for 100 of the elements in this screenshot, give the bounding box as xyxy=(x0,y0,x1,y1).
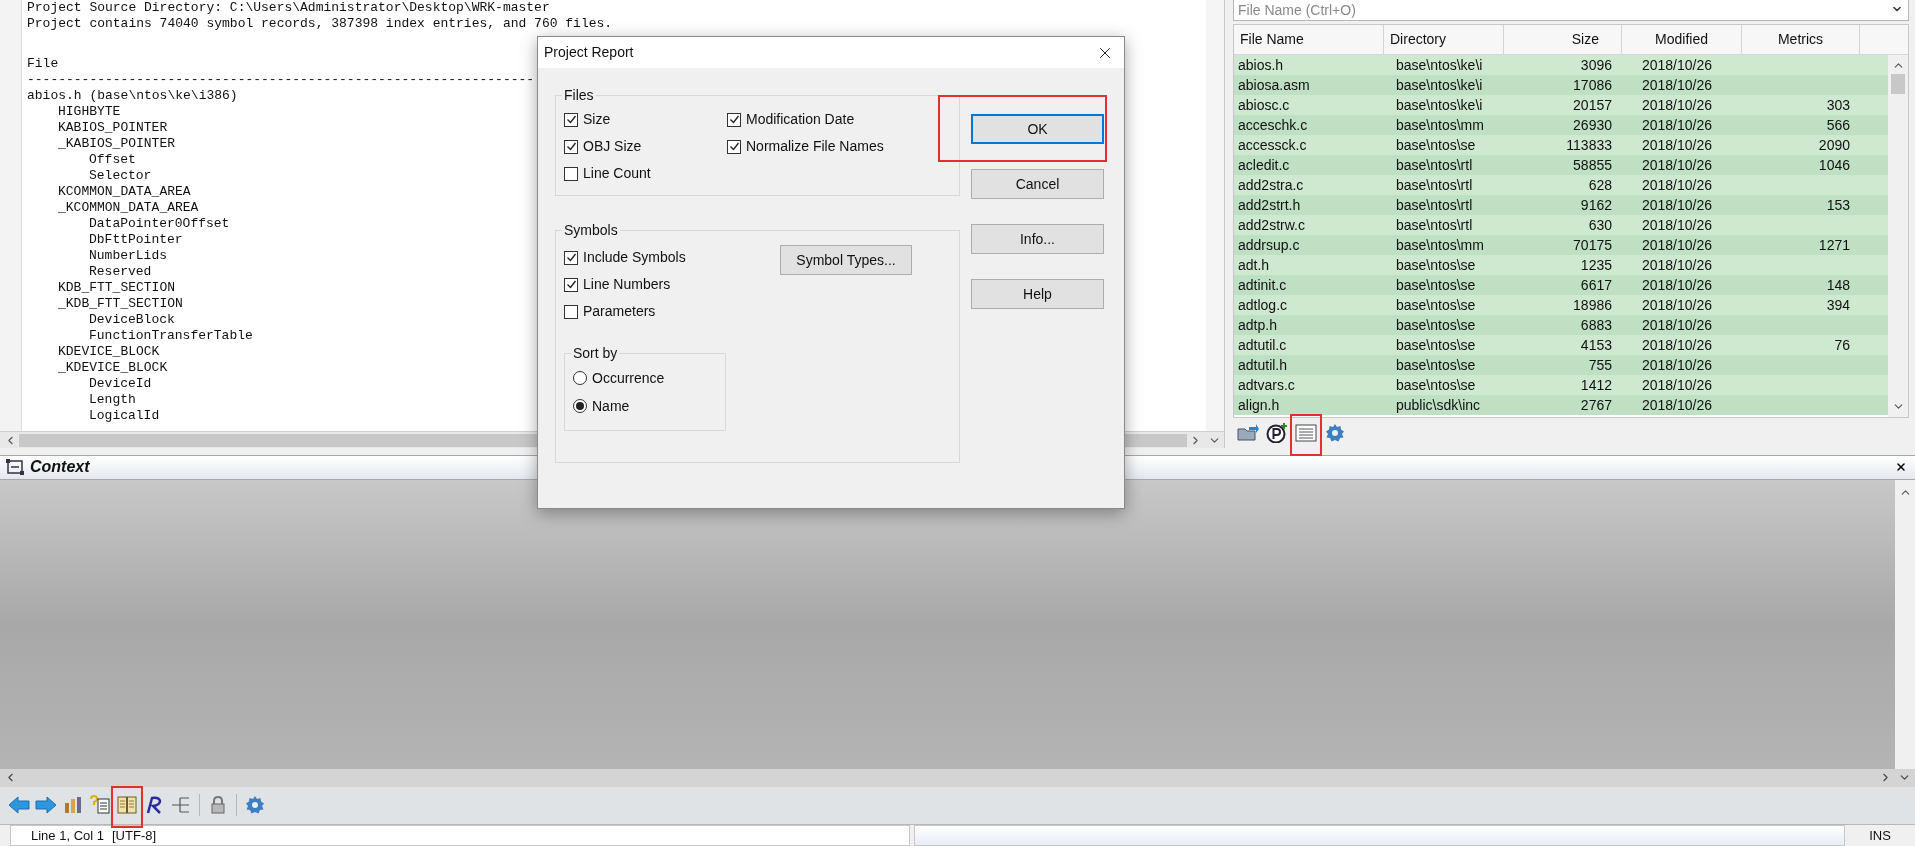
settings-icon[interactable] xyxy=(1325,423,1345,443)
table-cell: 2018/10/26 xyxy=(1641,156,1713,173)
symbol-entry: abios.h (base\ntos\ke\i386) xyxy=(27,88,238,104)
table-cell: base\ntos\se xyxy=(1396,296,1476,313)
option-label: Occurrence xyxy=(592,368,665,388)
file-row[interactable]: adtutil.h base\ntos\se 755 2018/10/26 xyxy=(1234,355,1888,375)
file-row[interactable]: adtutil.c base\ntos\se 4153 2018/10/26 76 xyxy=(1234,335,1888,355)
column-header[interactable]: Size xyxy=(1504,25,1622,54)
table-cell: 2018/10/26 xyxy=(1641,276,1713,293)
file-row[interactable]: add2stra.c base\ntos\rtl 628 2018/10/26 xyxy=(1234,175,1888,195)
dialog-button[interactable]: Info... xyxy=(971,224,1104,254)
settings-icon[interactable] xyxy=(245,795,265,816)
symbol-entry: DbFttPointer xyxy=(89,232,183,248)
symbol-entry: DeviceBlock xyxy=(89,312,175,328)
scrollbar-thumb[interactable] xyxy=(1891,74,1905,94)
tree-icon[interactable] xyxy=(171,795,191,816)
file-row[interactable]: adt.h base\ntos\se 1235 2018/10/26 xyxy=(1234,255,1888,275)
table-cell: base\ntos\mm xyxy=(1396,236,1484,253)
query-document-icon[interactable] xyxy=(89,795,111,816)
separator-line: ----------------------------------------------------------------- xyxy=(27,72,535,88)
script-r-icon[interactable] xyxy=(145,795,163,816)
column-header[interactable]: Directory xyxy=(1384,25,1504,54)
table-cell: 20157 xyxy=(1573,96,1612,113)
close-icon[interactable] xyxy=(1895,461,1907,474)
panel-title: Context xyxy=(30,457,90,478)
table-cell: 2018/10/26 xyxy=(1641,136,1713,153)
checkbox[interactable] xyxy=(564,250,578,265)
table-cell: 76 xyxy=(1834,336,1850,353)
table-cell: 2018/10/26 xyxy=(1641,76,1713,93)
column-header[interactable]: Modified xyxy=(1622,25,1742,54)
insert-mode-label: INS xyxy=(1868,826,1892,845)
forward-arrow-icon[interactable] xyxy=(35,796,57,815)
checkbox[interactable] xyxy=(564,304,578,319)
folder-arrow-icon[interactable] xyxy=(1237,424,1259,442)
table-cell: 6617 xyxy=(1580,276,1612,293)
project-add-icon[interactable] xyxy=(1266,423,1288,443)
table-cell: base\ntos\ke\i xyxy=(1396,56,1483,73)
option-label: Normalize File Names xyxy=(746,137,884,156)
checkbox[interactable] xyxy=(727,112,741,127)
dialog-button[interactable]: Cancel xyxy=(971,169,1104,199)
table-cell: abiosc.c xyxy=(1238,96,1290,113)
file-row[interactable]: abiosc.c base\ntos\ke\i 20157 2018/10/26 303 xyxy=(1234,95,1888,115)
back-arrow-icon[interactable] xyxy=(8,796,30,815)
file-row[interactable]: adtlog.c base\ntos\se 18986 2018/10/26 394 xyxy=(1234,295,1888,315)
lock-icon[interactable] xyxy=(210,795,226,816)
table-cell: base\ntos\se xyxy=(1396,136,1476,153)
table-cell: add2strw.c xyxy=(1238,216,1305,233)
dialog-button[interactable]: OK xyxy=(971,114,1104,144)
file-row[interactable]: acceschk.c base\ntos\mm 26930 2018/10/26 566 xyxy=(1234,115,1888,135)
checkbox[interactable] xyxy=(727,139,741,154)
symbol-entry: _KDB_FTT_SECTION xyxy=(58,296,183,312)
file-row[interactable]: add2strt.h base\ntos\rtl 9162 2018/10/26 153 xyxy=(1234,195,1888,215)
file-row[interactable]: addrsup.c base\ntos\mm 70175 2018/10/26 1271 xyxy=(1234,235,1888,255)
file-row[interactable]: abios.h base\ntos\ke\i 3096 2018/10/26 xyxy=(1234,55,1888,75)
table-cell: base\ntos\se xyxy=(1396,256,1476,273)
column-header[interactable]: Metrics xyxy=(1742,25,1860,54)
table-cell: base\ntos\mm xyxy=(1396,116,1484,133)
table-cell: base\ntos\se xyxy=(1396,276,1476,293)
table-cell: adt.h xyxy=(1238,256,1270,273)
file-search-field[interactable]: File Name (Ctrl+O) xyxy=(1233,0,1909,21)
book-icon[interactable] xyxy=(117,796,137,815)
report-text-line: Project contains 74040 symbol records, 387398 index entries, and 760 files. xyxy=(27,16,613,32)
table-cell: 2018/10/26 xyxy=(1641,316,1713,333)
scrollbar-track[interactable] xyxy=(1206,0,1224,431)
table-cell: 2018/10/26 xyxy=(1641,376,1713,393)
symbol-entry: Reserved xyxy=(89,264,152,280)
checkbox[interactable] xyxy=(564,277,578,292)
option-label: Modification Date xyxy=(746,110,855,129)
chart-icon[interactable] xyxy=(63,795,83,816)
file-row[interactable]: adtvars.c base\ntos\se 1412 2018/10/26 xyxy=(1234,375,1888,395)
radio-button[interactable] xyxy=(573,399,587,413)
table-cell: base\ntos\rtl xyxy=(1396,156,1473,173)
dialog-button[interactable]: Help xyxy=(971,279,1104,309)
symbol-entry: DataPointer0Offset xyxy=(89,216,230,232)
table-cell: 755 xyxy=(1588,356,1612,373)
table-cell: acceschk.c xyxy=(1238,116,1308,133)
panel-frame-icon xyxy=(6,459,24,476)
file-row[interactable]: add2strw.c base\ntos\rtl 630 2018/10/26 xyxy=(1234,215,1888,235)
checkbox[interactable] xyxy=(564,112,578,127)
file-row[interactable]: accessck.c base\ntos\se 113833 2018/10/26 2090 xyxy=(1234,135,1888,155)
list-document-icon[interactable] xyxy=(1295,424,1317,442)
table-cell: 3096 xyxy=(1580,56,1612,73)
column-header[interactable]: File Name xyxy=(1234,25,1384,54)
file-row[interactable]: acledit.c base\ntos\rtl 58855 2018/10/26 1046 xyxy=(1234,155,1888,175)
checkbox[interactable] xyxy=(564,166,578,181)
symbol-types-button[interactable]: Symbol Types... xyxy=(780,245,912,275)
file-row[interactable]: adtinit.c base\ntos\se 6617 2018/10/26 148 xyxy=(1234,275,1888,295)
symbol-entry: Offset xyxy=(89,152,136,168)
file-row[interactable]: adtp.h base\ntos\se 6883 2018/10/26 xyxy=(1234,315,1888,335)
table-cell: 2767 xyxy=(1580,396,1612,413)
table-cell: 303 xyxy=(1826,96,1850,113)
section-heading: File xyxy=(27,56,59,72)
table-cell: 6883 xyxy=(1580,316,1612,333)
table-cell: 153 xyxy=(1826,196,1850,213)
table-cell: 566 xyxy=(1826,116,1850,133)
table-cell: 26930 xyxy=(1573,116,1612,133)
checkbox[interactable] xyxy=(564,139,578,154)
radio-button[interactable] xyxy=(573,371,587,385)
file-row[interactable]: abiosa.asm base\ntos\ke\i 17086 2018/10/26 xyxy=(1234,75,1888,95)
file-row[interactable]: align.h public\sdk\inc 2767 2018/10/26 xyxy=(1234,395,1888,415)
